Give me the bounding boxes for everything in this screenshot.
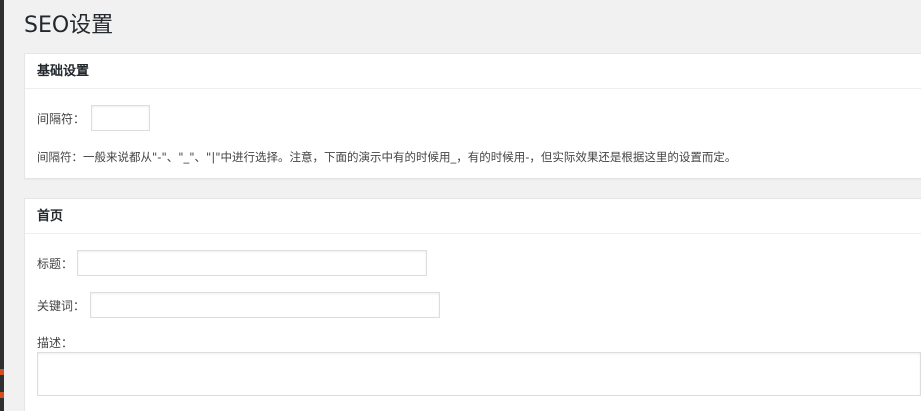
admin-sidebar-edge — [0, 0, 4, 411]
page-title: SEO设置 — [24, 13, 114, 38]
separator-label: 间隔符： — [37, 112, 86, 126]
basic-settings-panel: 基础设置 间隔符： 间隔符：一般来说都从"-"、"_"、"|"中进行选择。注意，… — [24, 53, 921, 179]
home-keywords-input[interactable] — [90, 292, 440, 318]
sidebar-accent-mark — [0, 369, 4, 375]
home-settings-heading: 首页 — [25, 199, 921, 234]
home-description-label: 描述： — [37, 336, 74, 350]
home-description-textarea[interactable] — [37, 352, 921, 396]
sidebar-accent-mark — [0, 392, 4, 398]
separator-description: 间隔符：一般来说都从"-"、"_"、"|"中进行选择。注意，下面的演示中有的时候… — [37, 150, 737, 164]
home-title-label: 标题： — [37, 257, 74, 271]
home-keywords-label: 关键词： — [37, 299, 86, 313]
home-title-input[interactable] — [77, 250, 427, 276]
seo-settings-page: SEO设置 基础设置 间隔符： 间隔符：一般来说都从"-"、"_"、"|"中进行… — [0, 0, 921, 411]
separator-input[interactable] — [91, 105, 150, 131]
home-settings-panel: 首页 标题： 关键词： 描述： — [24, 198, 921, 411]
basic-settings-heading: 基础设置 — [25, 54, 921, 89]
